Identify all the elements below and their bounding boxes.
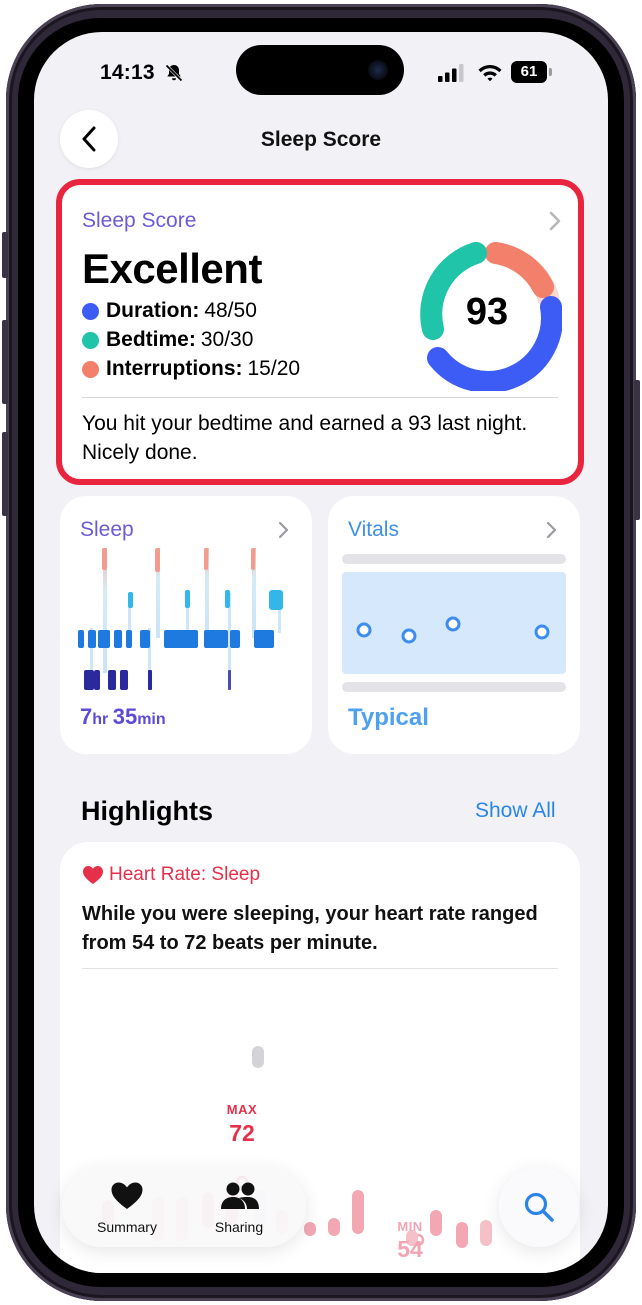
- status-time: 14:13: [100, 61, 155, 84]
- tab-summary[interactable]: Summary: [72, 1175, 182, 1239]
- score-card-title: Sleep Score: [82, 209, 197, 232]
- vitals-card-title: Vitals: [348, 518, 399, 541]
- search-button[interactable]: [499, 1167, 579, 1247]
- ring-segment-interruptions: [485, 242, 554, 298]
- sleep-minutes-unit: min: [137, 711, 166, 728]
- people-icon: [221, 1182, 259, 1209]
- sleep-card-title: Sleep: [80, 518, 134, 541]
- tab-bar: Summary Sharing: [62, 1167, 306, 1247]
- bell-slash-icon: [165, 64, 183, 82]
- page-title: Sleep Score: [260, 128, 382, 151]
- signal-icon: [438, 64, 464, 82]
- duration-label: Duration:: [106, 299, 200, 322]
- sleep-card[interactable]: Sleep 7hr 35min: [60, 496, 312, 754]
- status-bar: 14:13 61: [34, 32, 608, 112]
- action-button: [2, 232, 8, 278]
- screen: 14:13 61 Sleep Score Sleep Score Excelle…: [34, 32, 608, 1273]
- show-all-link[interactable]: Show All: [475, 799, 556, 823]
- hr-divider: [82, 968, 558, 969]
- sleep-minutes: 35: [112, 704, 138, 729]
- chevron-right-icon: [546, 521, 557, 539]
- battery-cap: [549, 68, 552, 76]
- score-rating: Excellent: [82, 245, 262, 292]
- bedtime-label: Bedtime:: [106, 328, 196, 351]
- volume-down-button: [2, 432, 8, 516]
- camera-icon: [368, 60, 388, 80]
- hr-max-value: 72: [229, 1120, 255, 1146]
- tab-sharing-label: Sharing: [214, 1219, 264, 1235]
- hr-max-label: MAX: [226, 1102, 258, 1117]
- duration-row: Duration: 48/50: [82, 299, 257, 323]
- bedtime-value: 30/30: [200, 328, 254, 351]
- power-button: [634, 380, 640, 520]
- heart-icon: [83, 866, 103, 884]
- vitals-card[interactable]: Vitals Typical: [328, 496, 580, 754]
- score-message: You hit your bedtime and earned a 93 las…: [82, 412, 528, 464]
- search-icon: [524, 1192, 554, 1222]
- sleep-score-card[interactable]: Sleep Score Excellent Duration: 48/50 Be…: [56, 179, 584, 485]
- hr-card-title: Heart Rate: Sleep: [109, 864, 261, 885]
- dynamic-island: [236, 45, 404, 95]
- bedtime-row: Bedtime: 30/30: [82, 328, 253, 352]
- score-number: 93: [465, 291, 509, 333]
- vitals-status: Typical: [348, 704, 429, 731]
- chevron-right-icon: [278, 521, 289, 539]
- wifi-icon: [478, 65, 502, 82]
- hr-card-text: While you were sleeping, your heart rate…: [82, 903, 538, 954]
- interruptions-row: Interruptions: 15/20: [82, 357, 300, 381]
- volume-up-button: [2, 320, 8, 404]
- interruptions-label: Interruptions:: [106, 357, 243, 380]
- duration-value: 48/50: [204, 299, 257, 322]
- chevron-right-icon: [549, 211, 561, 231]
- vitals-chart: [342, 554, 566, 692]
- hr-card-title-row: Heart Rate: Sleep: [82, 864, 260, 886]
- sleep-hours-unit: hr: [92, 711, 109, 728]
- bedtime-dot: [82, 331, 99, 349]
- sleep-total: 7hr 35min: [80, 704, 166, 730]
- highlights-heading: Highlights: [81, 796, 213, 826]
- tab-sharing[interactable]: Sharing: [184, 1175, 294, 1239]
- interruptions-dot: [82, 360, 99, 378]
- battery-icon: 61: [511, 61, 547, 83]
- interruptions-value: 15/20: [247, 357, 301, 380]
- hr-min-label: MIN: [397, 1219, 423, 1234]
- duration-dot: [82, 302, 99, 320]
- heart-icon: [111, 1182, 143, 1209]
- score-divider: [82, 397, 558, 398]
- tab-summary-label: Summary: [97, 1219, 157, 1235]
- sleep-hours: 7: [80, 704, 93, 729]
- hr-min-value: 54: [397, 1236, 423, 1262]
- sleep-stages-chart: [78, 548, 283, 690]
